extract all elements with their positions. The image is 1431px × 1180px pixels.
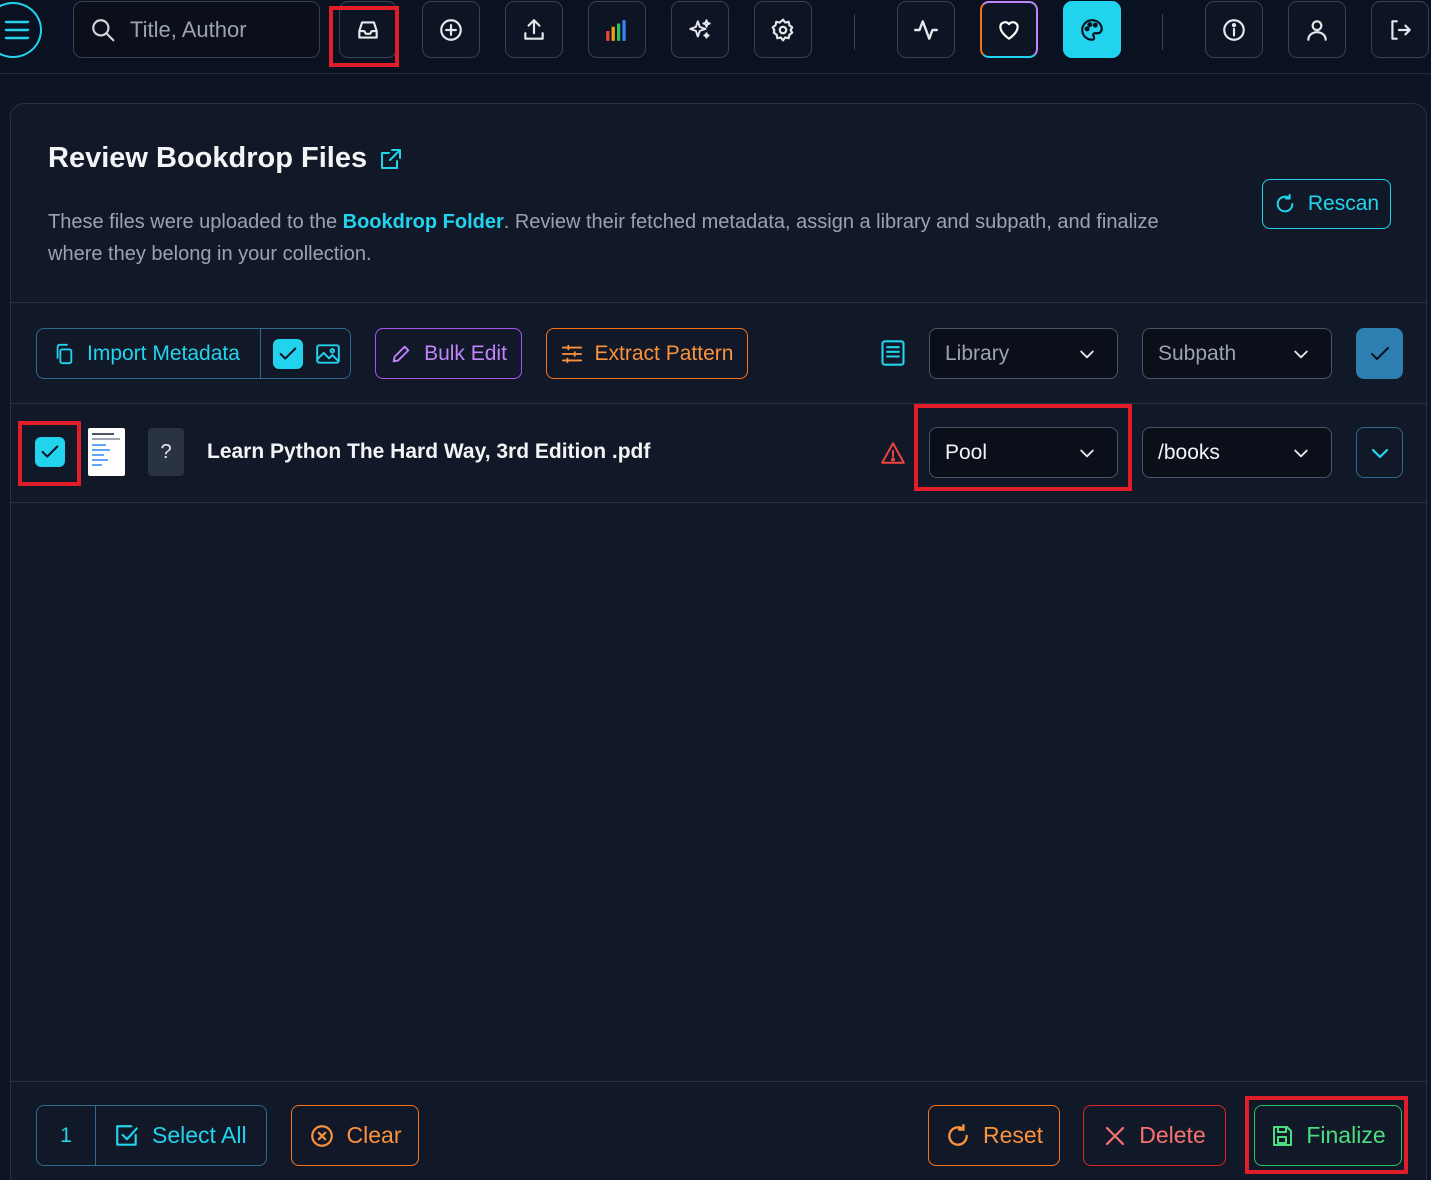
- selected-count: 1: [37, 1106, 96, 1165]
- checkbox-icon: [116, 1124, 138, 1146]
- import-metadata-button[interactable]: Import Metadata: [37, 329, 261, 378]
- page-description: These files were uploaded to the Bookdro…: [48, 206, 1208, 270]
- chevron-down-icon: [1294, 449, 1308, 457]
- selection-group: 1 Select All: [36, 1105, 267, 1166]
- chevron-down-icon: [1294, 350, 1308, 358]
- import-metadata-label: Import Metadata: [87, 341, 240, 365]
- document-list-icon[interactable]: [879, 339, 907, 367]
- reset-button[interactable]: Reset: [928, 1105, 1060, 1166]
- check-icon: [279, 346, 297, 360]
- palette-icon: [1081, 18, 1103, 41]
- select-all-label: Select All: [152, 1122, 247, 1148]
- refresh-icon: [948, 1123, 968, 1146]
- activity-icon: [913, 19, 939, 40]
- finalize-label: Finalize: [1306, 1122, 1386, 1148]
- file-library-dropdown[interactable]: Pool: [929, 427, 1118, 478]
- file-select-checkbox[interactable]: [35, 437, 65, 467]
- bar-chart-icon: [606, 19, 626, 41]
- delete-button[interactable]: Delete: [1083, 1105, 1226, 1166]
- desc-text-before: These files were uploaded to the: [48, 211, 343, 233]
- sparkles-icon: [689, 18, 711, 39]
- library-placeholder: Library: [945, 341, 1010, 365]
- add-button[interactable]: [422, 1, 480, 58]
- chevron-down-icon: [1080, 449, 1094, 457]
- search-icon: [92, 18, 115, 41]
- expand-row-button[interactable]: [1356, 427, 1403, 478]
- extract-pattern-label: Extract Pattern: [594, 341, 734, 365]
- toolbar-divider: [1162, 14, 1163, 50]
- bulk-edit-button[interactable]: Bulk Edit: [375, 328, 522, 379]
- bookdrop-button[interactable]: [339, 1, 397, 58]
- rescan-button[interactable]: Rescan: [1262, 179, 1391, 229]
- import-metadata-group: Import Metadata: [36, 328, 351, 379]
- refresh-icon: [1276, 193, 1294, 213]
- magic-button[interactable]: [671, 1, 729, 58]
- upload-icon: [524, 18, 544, 40]
- clear-label: Clear: [346, 1122, 402, 1148]
- inbox-icon: [358, 20, 378, 39]
- section-divider: [11, 502, 1426, 503]
- page-title: Review Bookdrop Files: [48, 142, 403, 175]
- copy-icon: [56, 343, 73, 364]
- activity-button[interactable]: [897, 1, 955, 58]
- pencil-icon: [392, 345, 410, 362]
- apply-bulk-button[interactable]: [1356, 328, 1403, 379]
- search-field[interactable]: [73, 1, 320, 58]
- profile-button[interactable]: [1288, 1, 1346, 58]
- check-icon: [41, 445, 59, 458]
- plus-circle-icon: [440, 18, 462, 41]
- stats-button[interactable]: [588, 1, 646, 58]
- upload-button[interactable]: [505, 1, 563, 58]
- section-divider: [11, 302, 1426, 303]
- search-input[interactable]: [130, 16, 300, 43]
- info-icon: [1223, 18, 1245, 41]
- finalize-button[interactable]: Finalize: [1254, 1105, 1402, 1166]
- subpath-placeholder: Subpath: [1158, 341, 1237, 365]
- extract-pattern-button[interactable]: Extract Pattern: [546, 328, 748, 379]
- bookdrop-folder-link[interactable]: Bookdrop Folder: [343, 211, 504, 233]
- logout-icon: [1391, 19, 1411, 40]
- theme-button[interactable]: [1063, 1, 1121, 58]
- library-bulk-dropdown[interactable]: Library: [929, 328, 1118, 379]
- clear-button[interactable]: Clear: [291, 1105, 419, 1166]
- rescan-label: Rescan: [1307, 192, 1380, 215]
- chevron-down-icon: [1080, 350, 1094, 358]
- hamburger-icon: [4, 20, 30, 40]
- heart-icon: [999, 20, 1019, 40]
- select-all-button[interactable]: Select All: [96, 1122, 247, 1149]
- file-subpath-value: /books: [1158, 440, 1220, 464]
- save-icon: [1273, 1125, 1293, 1146]
- reset-label: Reset: [982, 1122, 1044, 1148]
- top-navigation-bar: [0, 0, 1431, 74]
- user-icon: [1307, 19, 1327, 41]
- settings-button[interactable]: [754, 1, 812, 58]
- book-cover-thumbnail: [88, 428, 125, 476]
- close-icon: [1106, 1126, 1125, 1145]
- logout-button[interactable]: [1371, 1, 1429, 58]
- file-subpath-dropdown[interactable]: /books: [1142, 427, 1332, 478]
- section-divider: [11, 1081, 1426, 1082]
- delete-label: Delete: [1139, 1122, 1206, 1148]
- image-icon[interactable]: [315, 341, 341, 367]
- check-icon: [1370, 346, 1389, 360]
- bookdrop-review-panel: Review Bookdrop Files These files were u…: [10, 103, 1427, 1180]
- file-name: Learn Python The Hard Way, 3rd Edition .…: [207, 440, 651, 463]
- file-library-value: Pool: [945, 440, 988, 464]
- page-title-text: Review Bookdrop Files: [48, 142, 368, 174]
- section-divider: [11, 403, 1426, 404]
- x-circle-icon: [310, 1124, 333, 1147]
- about-button[interactable]: [1205, 1, 1263, 58]
- import-metadata-checkbox[interactable]: [273, 338, 303, 369]
- chevron-down-icon: [1371, 448, 1388, 458]
- bulk-edit-label: Bulk Edit: [424, 341, 507, 365]
- favorites-button[interactable]: [980, 1, 1038, 58]
- menu-toggle-button[interactable]: [0, 2, 42, 58]
- toolbar-divider: [854, 14, 855, 50]
- subpath-bulk-dropdown[interactable]: Subpath: [1142, 328, 1332, 379]
- warning-icon: [881, 442, 905, 464]
- external-link-icon[interactable]: [379, 147, 403, 171]
- gear-icon: [771, 18, 794, 41]
- fetched-cover-placeholder[interactable]: ?: [148, 428, 184, 476]
- sliders-icon: [561, 344, 582, 363]
